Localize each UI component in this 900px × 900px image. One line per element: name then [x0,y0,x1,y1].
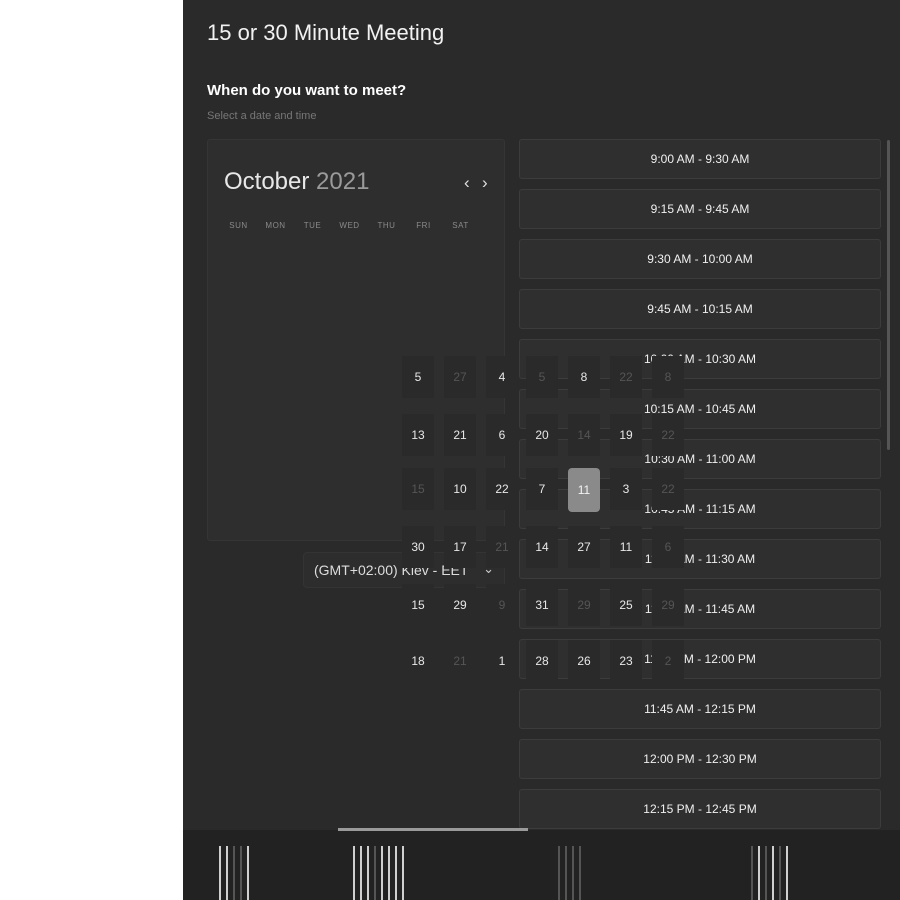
calendar-day[interactable]: 8 [568,356,600,398]
calendar-day[interactable]: 26 [568,640,600,682]
calendar-day[interactable]: 30 [402,526,434,568]
bottom-bar [183,828,900,900]
calendar-day[interactable]: 29 [652,584,684,626]
calendar-day[interactable]: 1 [486,640,518,682]
calendar-day[interactable]: 21 [444,640,476,682]
calendar-day[interactable]: 19 [610,414,642,456]
calendar-year: 2021 [316,168,370,195]
slot-list-scrollbar[interactable] [887,140,890,450]
calendar-day[interactable]: 29 [568,584,600,626]
weekday-label: WED [339,221,360,230]
footer-artifact [353,846,404,900]
footer-artifact [751,846,788,900]
weekday-label: FRI [416,221,431,230]
calendar-day[interactable]: 13 [402,414,434,456]
calendar-day[interactable]: 27 [444,356,476,398]
time-slot-button[interactable]: 9:15 AM - 9:45 AM [519,189,881,229]
weekday-header: SUN MON TUE WED THU FRI SAT [220,221,500,230]
footer-artifact [558,846,581,900]
calendar-day[interactable]: 5 [526,356,558,398]
scroll-indicator [338,828,528,831]
calendar-month-year: October 2021 [224,168,369,196]
calendar-day[interactable]: 20 [526,414,558,456]
calendar-day[interactable]: 31 [526,584,558,626]
weekday-label: THU [377,221,396,230]
calendar-day[interactable]: 23 [610,640,642,682]
weekday-label: SAT [452,221,469,230]
calendar-day[interactable]: 6 [486,414,518,456]
calendar-day[interactable]: 3 [610,468,642,510]
section-subheading: Select a date and time [207,110,317,122]
chevron-right-icon[interactable]: › [482,173,488,193]
calendar-day[interactable]: 28 [526,640,558,682]
calendar-day[interactable]: 21 [444,414,476,456]
calendar-day[interactable]: 14 [568,414,600,456]
calendar-day[interactable]: 10 [444,468,476,510]
calendar-day[interactable]: 6 [652,526,684,568]
meeting-title: 15 or 30 Minute Meeting [207,20,445,45]
calendar-day[interactable]: 2 [652,640,684,682]
calendar-day[interactable]: 27 [568,526,600,568]
calendar-day[interactable]: 15 [402,584,434,626]
section-heading: When do you want to meet? [207,82,407,99]
calendar-month: October [224,168,310,195]
weekday-label: MON [265,221,286,230]
calendar-day[interactable]: 8 [652,356,684,398]
time-slot-button[interactable]: 9:30 AM - 10:00 AM [519,239,881,279]
calendar-day[interactable]: 29 [444,584,476,626]
calendar-day[interactable]: 14 [526,526,558,568]
time-slot-button[interactable]: 12:00 PM - 12:30 PM [519,739,881,779]
time-slot-button[interactable]: 9:45 AM - 10:15 AM [519,289,881,329]
time-slot-button[interactable]: 12:15 PM - 12:45 PM [519,789,881,829]
calendar-day[interactable]: 18 [402,640,434,682]
weekday-label: TUE [303,221,322,230]
calendar-day[interactable]: 9 [486,584,518,626]
calendar-day[interactable]: 5 [402,356,434,398]
weekday-label: SUN [229,221,248,230]
calendar-day[interactable]: 11 [610,526,642,568]
calendar-day[interactable]: 21 [486,526,518,568]
calendar-day[interactable]: 4 [486,356,518,398]
calendar-day[interactable]: 22 [652,468,684,510]
calendar-day[interactable]: 15 [402,468,434,510]
calendar-day[interactable]: 17 [444,526,476,568]
calendar-day-selected[interactable]: 11 [568,468,600,512]
calendar-day[interactable]: 22 [610,356,642,398]
calendar-day[interactable]: 22 [652,414,684,456]
calendar-day[interactable]: 7 [526,468,558,510]
time-slot-button[interactable]: 11:45 AM - 12:15 PM [519,689,881,729]
calendar-day[interactable]: 22 [486,468,518,510]
calendar-day[interactable]: 25 [610,584,642,626]
calendar-day-grid: 5 27 4 5 8 22 8 13 21 6 20 14 19 22 15 10 22 7 11 3 22 30 17 21… [402,356,686,684]
chevron-left-icon[interactable]: ‹ [464,173,470,193]
footer-artifact [219,846,249,900]
time-slot-button[interactable]: 9:00 AM - 9:30 AM [519,139,881,179]
